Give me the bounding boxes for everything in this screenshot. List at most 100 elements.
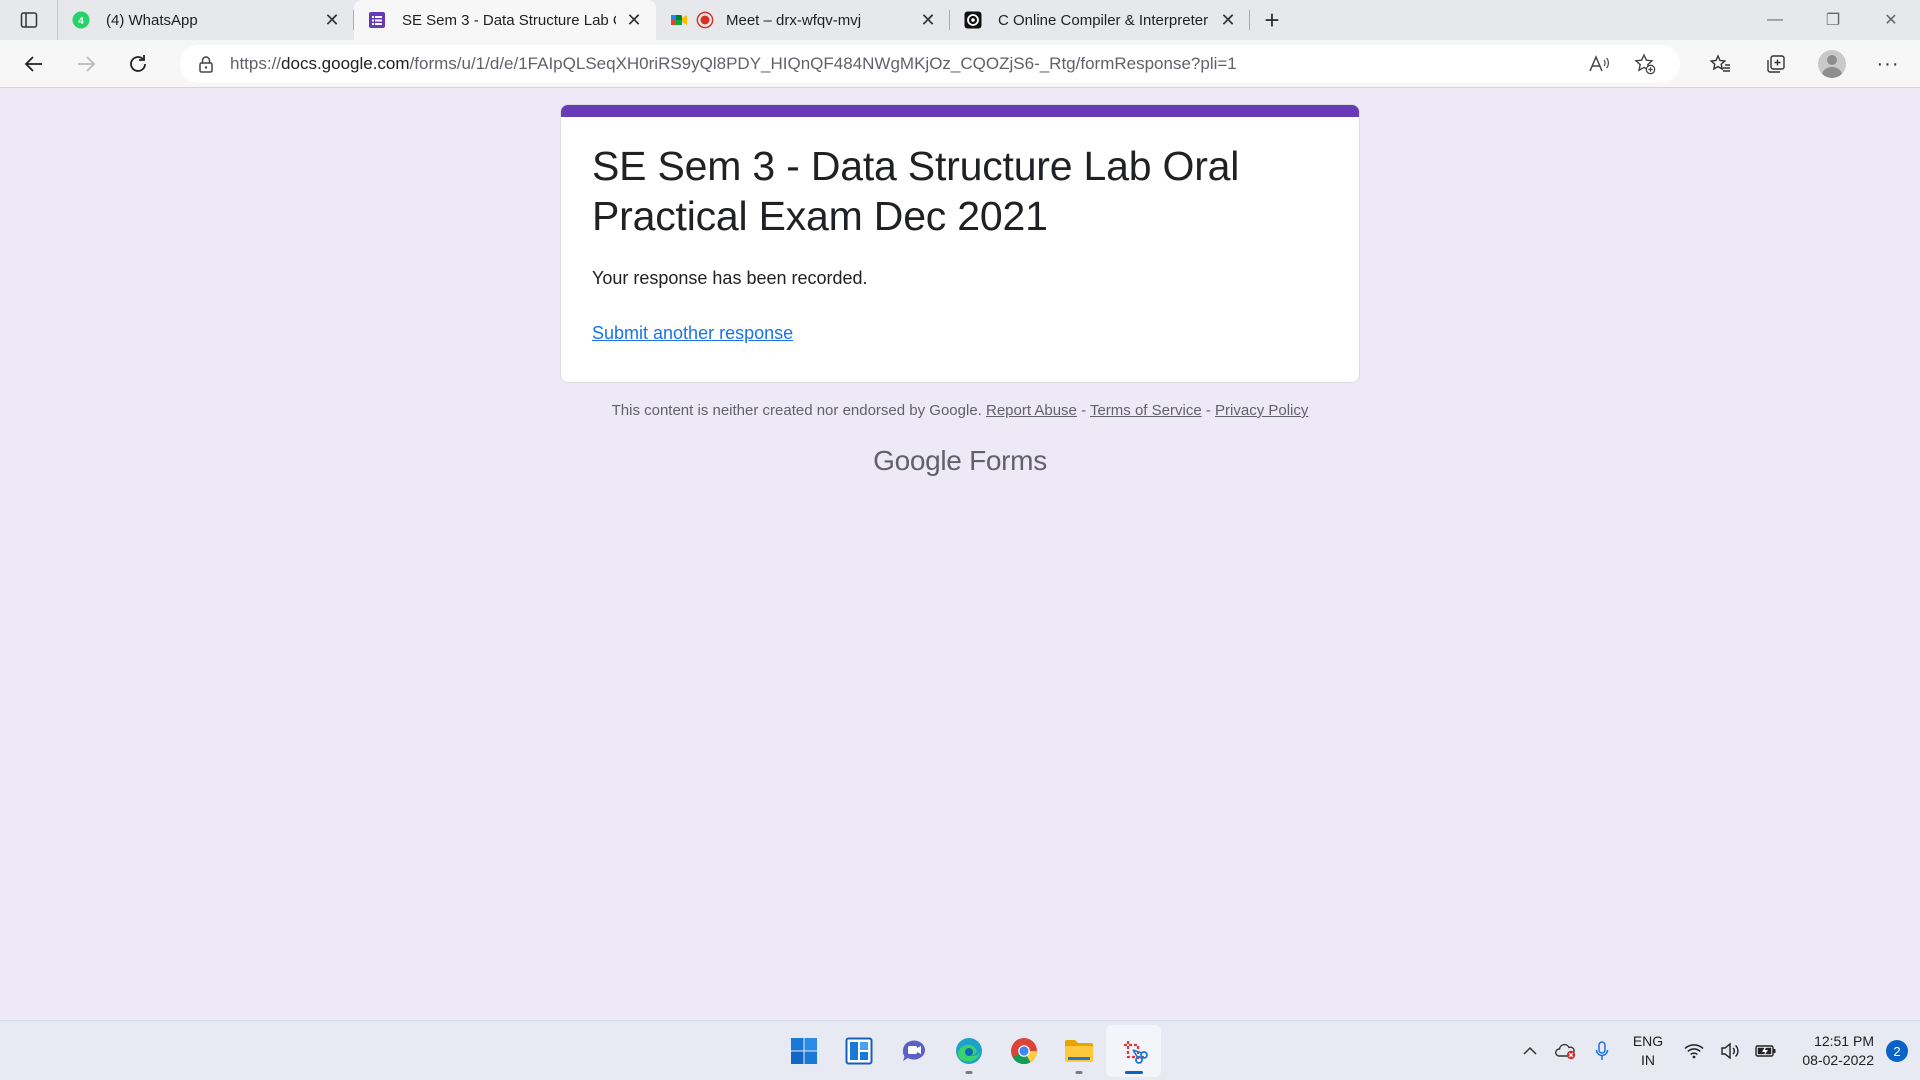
taskbar-apps [776, 1025, 1161, 1077]
refresh-icon [130, 54, 146, 72]
volume-button[interactable] [1712, 1042, 1748, 1060]
onedrive-button[interactable] [1548, 1042, 1584, 1060]
start-button[interactable] [776, 1025, 831, 1077]
submit-another-response-link[interactable]: Submit another response [592, 323, 793, 344]
show-hidden-icons-button[interactable] [1512, 1043, 1548, 1059]
teams-chat-button[interactable] [886, 1025, 941, 1077]
close-icon[interactable]: ✕ [624, 10, 644, 30]
widgets-icon [845, 1037, 872, 1065]
collections-button[interactable] [1748, 40, 1804, 88]
avatar [1818, 50, 1846, 78]
refresh-button[interactable] [112, 40, 164, 88]
url-domain: docs.google.com [281, 54, 410, 73]
wifi-icon [1684, 1044, 1704, 1059]
profile-button[interactable] [1804, 40, 1860, 88]
separator: - [1076, 402, 1090, 419]
confirmation-message: Your response has been recorded. [592, 268, 868, 288]
file-explorer-button[interactable] [1051, 1025, 1106, 1077]
window-controls: — ❐ ✕ [1746, 0, 1920, 40]
restore-button[interactable]: ❐ [1804, 0, 1862, 40]
microphone-button[interactable] [1584, 1041, 1620, 1061]
google-forms-logo[interactable]: Google Forms [0, 445, 1920, 477]
close-icon[interactable]: ✕ [1218, 10, 1238, 30]
replit-icon [964, 11, 982, 29]
chrome-button[interactable] [996, 1025, 1051, 1077]
form-response-card: SE Sem 3 - Data Structure Lab Oral Pract… [560, 104, 1360, 383]
tab-online-compiler[interactable]: C Online Compiler & Interpreter ✕ [950, 0, 1250, 40]
close-icon[interactable]: ✕ [322, 10, 342, 30]
new-tab-button[interactable]: + [1250, 0, 1294, 40]
more-icon: ··· [1876, 52, 1900, 75]
onedrive-error-icon [1555, 1043, 1576, 1060]
region-code: IN [1641, 1052, 1655, 1068]
tab-whatsapp[interactable]: 4 (4) WhatsApp ✕ [58, 0, 354, 40]
battery-button[interactable] [1748, 1043, 1784, 1059]
running-indicator [1075, 1071, 1082, 1074]
disclaimer-text: This content is neither created nor endo… [611, 402, 982, 419]
minimize-icon: — [1767, 11, 1783, 28]
back-button[interactable] [8, 40, 60, 88]
battery-charging-icon [1755, 1045, 1776, 1057]
minimize-button[interactable]: — [1746, 0, 1804, 40]
forward-arrow-icon [78, 55, 96, 72]
report-abuse-link[interactable]: Report Abuse [986, 402, 1077, 419]
url-path: /forms/u/1/d/e/1FAIpQLSeqXH0riRS9yQl8PDY… [409, 54, 1237, 73]
active-indicator [1124, 1071, 1143, 1074]
language-code: ENG [1632, 1033, 1664, 1049]
url-text[interactable]: https://docs.google.com/forms/u/1/d/e/1F… [230, 54, 1576, 74]
microphone-icon [1595, 1041, 1609, 1060]
favorites-button[interactable] [1692, 40, 1748, 88]
notification-badge[interactable]: 2 [1886, 1040, 1908, 1062]
more-options-button[interactable]: ··· [1860, 40, 1916, 88]
privacy-link[interactable]: Privacy Policy [1215, 402, 1308, 419]
close-icon[interactable]: ✕ [918, 10, 938, 30]
tab-label: C Online Compiler & Interpreter [998, 11, 1209, 29]
forward-button[interactable] [60, 40, 112, 88]
close-window-button[interactable]: ✕ [1862, 0, 1920, 40]
whatsapp-icon: 4 [72, 11, 90, 29]
star-add-icon [1634, 53, 1656, 75]
running-indicator [965, 1071, 972, 1074]
tab-google-meet[interactable]: Meet – drx-wfqv-mvj ✕ [656, 0, 950, 40]
tab-google-form[interactable]: SE Sem 3 - Data Structure Lab Oral Pract… [354, 0, 656, 40]
browser-toolbar: https://docs.google.com/forms/u/1/d/e/1F… [0, 40, 1920, 88]
taskbar: ENG IN 12:51 PM 08-02-2022 2 [0, 1020, 1920, 1080]
tab-actions-button[interactable] [0, 0, 58, 40]
tab-label: Meet – drx-wfqv-mvj [726, 11, 862, 29]
read-aloud-button[interactable] [1576, 54, 1622, 74]
clock[interactable]: 12:51 PM 08-02-2022 [1784, 1032, 1882, 1070]
widgets-button[interactable] [831, 1025, 886, 1077]
favorites-icon [1709, 54, 1730, 72]
system-tray: ENG IN 12:51 PM 08-02-2022 2 [1512, 1021, 1920, 1080]
terms-link[interactable]: Terms of Service [1090, 402, 1202, 419]
recording-icon [696, 11, 714, 29]
plus-icon: + [1264, 4, 1280, 35]
form-accent-bar [561, 105, 1359, 117]
restore-icon: ❐ [1825, 12, 1841, 29]
tab-label: SE Sem 3 - Data Structure Lab Oral Pract… [402, 11, 616, 29]
volume-icon [1721, 1042, 1739, 1060]
close-icon: ✕ [1884, 12, 1898, 29]
time: 12:51 PM [1814, 1033, 1874, 1049]
read-aloud-icon [1589, 55, 1609, 72]
add-favorite-button[interactable] [1622, 53, 1668, 75]
date: 08-02-2022 [1802, 1052, 1874, 1068]
collections-icon [1767, 55, 1785, 73]
address-bar[interactable]: https://docs.google.com/forms/u/1/d/e/1F… [180, 45, 1680, 83]
back-arrow-icon [24, 55, 42, 72]
brand-forms: Forms [969, 445, 1047, 476]
address-bar-actions [1576, 53, 1680, 75]
lock-icon [199, 56, 213, 73]
language-indicator[interactable]: ENG IN [1620, 1032, 1676, 1070]
snipping-tool-button[interactable] [1106, 1025, 1161, 1077]
brand-google: Google [873, 445, 962, 476]
edge-button[interactable] [941, 1025, 996, 1077]
tab-label: (4) WhatsApp [106, 11, 198, 29]
snipping-tool-icon [1123, 1041, 1148, 1064]
network-button[interactable] [1676, 1043, 1712, 1059]
google-forms-icon [368, 11, 386, 29]
edge-icon [955, 1038, 982, 1064]
separator: - [1201, 402, 1216, 419]
folder-icon [1064, 1040, 1093, 1062]
google-meet-icon [670, 11, 688, 29]
